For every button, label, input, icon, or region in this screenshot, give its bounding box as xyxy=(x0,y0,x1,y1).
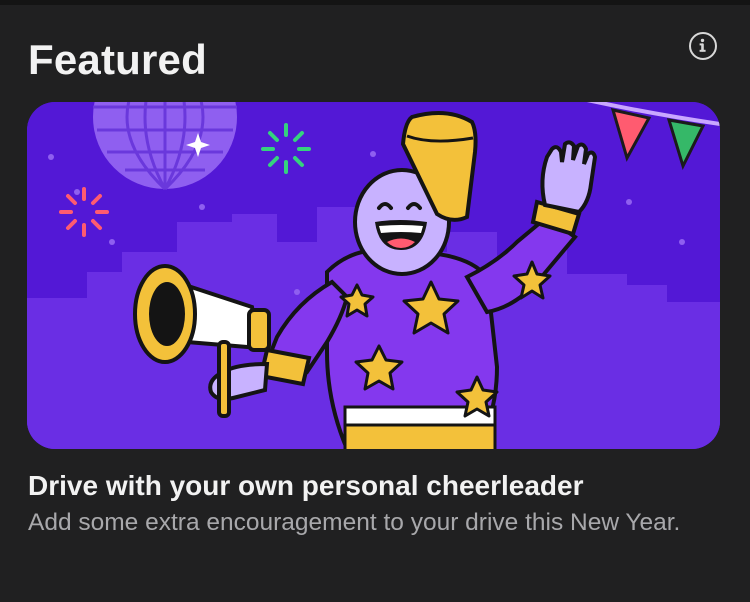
cheerleader-illustration xyxy=(27,102,720,449)
info-icon[interactable] xyxy=(689,32,717,60)
feature-banner[interactable] xyxy=(27,102,720,449)
section-title: Featured xyxy=(28,36,207,83)
feature-description: Add some extra encouragement to your dri… xyxy=(28,509,681,536)
feature-headline[interactable]: Drive with your own personal cheerleader xyxy=(28,470,584,502)
top-divider xyxy=(0,0,750,5)
